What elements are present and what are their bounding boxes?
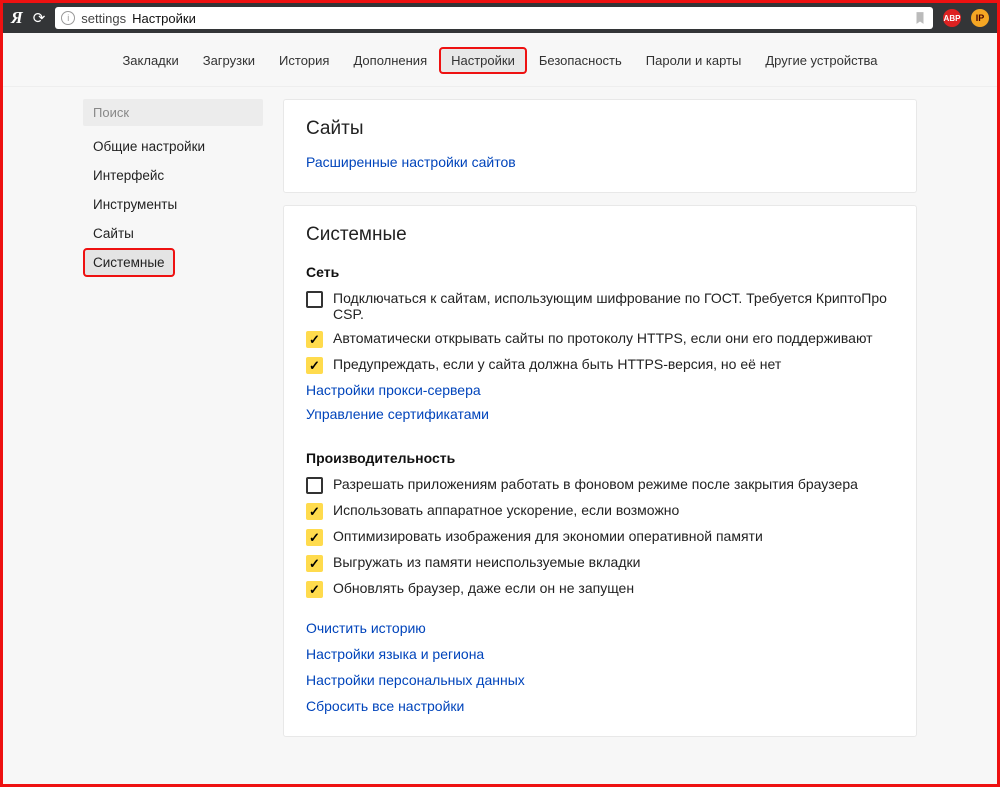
bg-apps-label: Разрешать приложениям работать в фоновом… xyxy=(333,476,858,492)
tab-security[interactable]: Безопасность xyxy=(527,47,634,74)
advanced-sites-link[interactable]: Расширенные настройки сайтов xyxy=(306,154,894,170)
sidebar-item-general[interactable]: Общие настройки xyxy=(83,132,263,161)
browser-toolbar: Я ⟳ i settings Настройки ABP IP xyxy=(3,3,997,33)
optimize-img-row: Оптимизировать изображения для экономии … xyxy=(306,528,894,546)
settings-body: Поиск Общие настройки Интерфейс Инструме… xyxy=(3,87,997,785)
yandex-logo[interactable]: Я xyxy=(11,8,23,28)
system-heading: Системные xyxy=(306,224,894,246)
footer-links: Очистить историю Настройки языка и регио… xyxy=(306,620,894,714)
clear-history-link[interactable]: Очистить историю xyxy=(306,620,894,636)
sidebar-item-interface[interactable]: Интерфейс xyxy=(83,161,263,190)
tab-passwords[interactable]: Пароли и карты xyxy=(634,47,754,74)
tab-bookmarks[interactable]: Закладки xyxy=(110,47,190,74)
app-frame: Я ⟳ i settings Настройки ABP IP Закладки… xyxy=(0,0,1000,787)
optimize-img-label: Оптимизировать изображения для экономии … xyxy=(333,528,763,544)
address-prefix: settings xyxy=(81,11,126,26)
hw-accel-row: Использовать аппаратное ускорение, если … xyxy=(306,502,894,520)
bookmark-icon[interactable] xyxy=(913,11,927,25)
tab-other-devices[interactable]: Другие устройства xyxy=(753,47,889,74)
tab-settings[interactable]: Настройки xyxy=(439,47,527,74)
bg-apps-row: Разрешать приложениям работать в фоновом… xyxy=(306,476,894,494)
sidebar-item-system[interactable]: Системные xyxy=(83,248,175,277)
settings-main: Сайты Расширенные настройки сайтов Систе… xyxy=(283,99,917,785)
unload-tabs-row: Выгружать из памяти неиспользуемые вклад… xyxy=(306,554,894,572)
address-bar[interactable]: i settings Настройки xyxy=(55,7,933,29)
https-auto-checkbox[interactable] xyxy=(306,331,323,348)
sidebar-item-tools[interactable]: Инструменты xyxy=(83,190,263,219)
auto-update-checkbox[interactable] xyxy=(306,581,323,598)
hw-accel-label: Использовать аппаратное ускорение, если … xyxy=(333,502,679,518)
https-auto-row: Автоматически открывать сайты по протоко… xyxy=(306,330,894,348)
gost-row: Подключаться к сайтам, использующим шифр… xyxy=(306,290,894,322)
tab-history[interactable]: История xyxy=(267,47,341,74)
sidebar-item-sites[interactable]: Сайты xyxy=(83,219,263,248)
tab-addons[interactable]: Дополнения xyxy=(341,47,439,74)
network-subhead: Сеть xyxy=(306,264,894,280)
auto-update-label: Обновлять браузер, даже если он не запущ… xyxy=(333,580,634,596)
auto-update-row: Обновлять браузер, даже если он не запущ… xyxy=(306,580,894,598)
bg-apps-checkbox[interactable] xyxy=(306,477,323,494)
gost-label: Подключаться к сайтам, использующим шифр… xyxy=(333,290,894,322)
reload-icon[interactable]: ⟳ xyxy=(33,9,46,27)
https-warn-checkbox[interactable] xyxy=(306,357,323,374)
optimize-img-checkbox[interactable] xyxy=(306,529,323,546)
proxy-link[interactable]: Настройки прокси-сервера xyxy=(306,382,894,398)
certs-link[interactable]: Управление сертификатами xyxy=(306,406,894,422)
ip-extension-icon[interactable]: IP xyxy=(971,9,989,27)
lang-region-link[interactable]: Настройки языка и региона xyxy=(306,646,894,662)
https-auto-label: Автоматически открывать сайты по протоко… xyxy=(333,330,873,346)
settings-sidebar: Поиск Общие настройки Интерфейс Инструме… xyxy=(83,99,263,785)
sites-card: Сайты Расширенные настройки сайтов xyxy=(283,99,917,193)
sites-heading: Сайты xyxy=(306,118,894,140)
address-title: Настройки xyxy=(132,11,196,26)
https-warn-row: Предупреждать, если у сайта должна быть … xyxy=(306,356,894,374)
reset-all-link[interactable]: Сбросить все настройки xyxy=(306,698,894,714)
https-warn-label: Предупреждать, если у сайта должна быть … xyxy=(333,356,781,372)
settings-tabs: Закладки Загрузки История Дополнения Нас… xyxy=(3,33,997,87)
unload-tabs-label: Выгружать из памяти неиспользуемые вклад… xyxy=(333,554,640,570)
tab-downloads[interactable]: Загрузки xyxy=(191,47,267,74)
system-card: Системные Сеть Подключаться к сайтам, ис… xyxy=(283,205,917,737)
site-info-icon[interactable]: i xyxy=(61,11,75,25)
hw-accel-checkbox[interactable] xyxy=(306,503,323,520)
sidebar-search[interactable]: Поиск xyxy=(83,99,263,126)
gost-checkbox[interactable] xyxy=(306,291,323,308)
personal-data-link[interactable]: Настройки персональных данных xyxy=(306,672,894,688)
perf-subhead: Производительность xyxy=(306,450,894,466)
unload-tabs-checkbox[interactable] xyxy=(306,555,323,572)
abp-extension-icon[interactable]: ABP xyxy=(943,9,961,27)
